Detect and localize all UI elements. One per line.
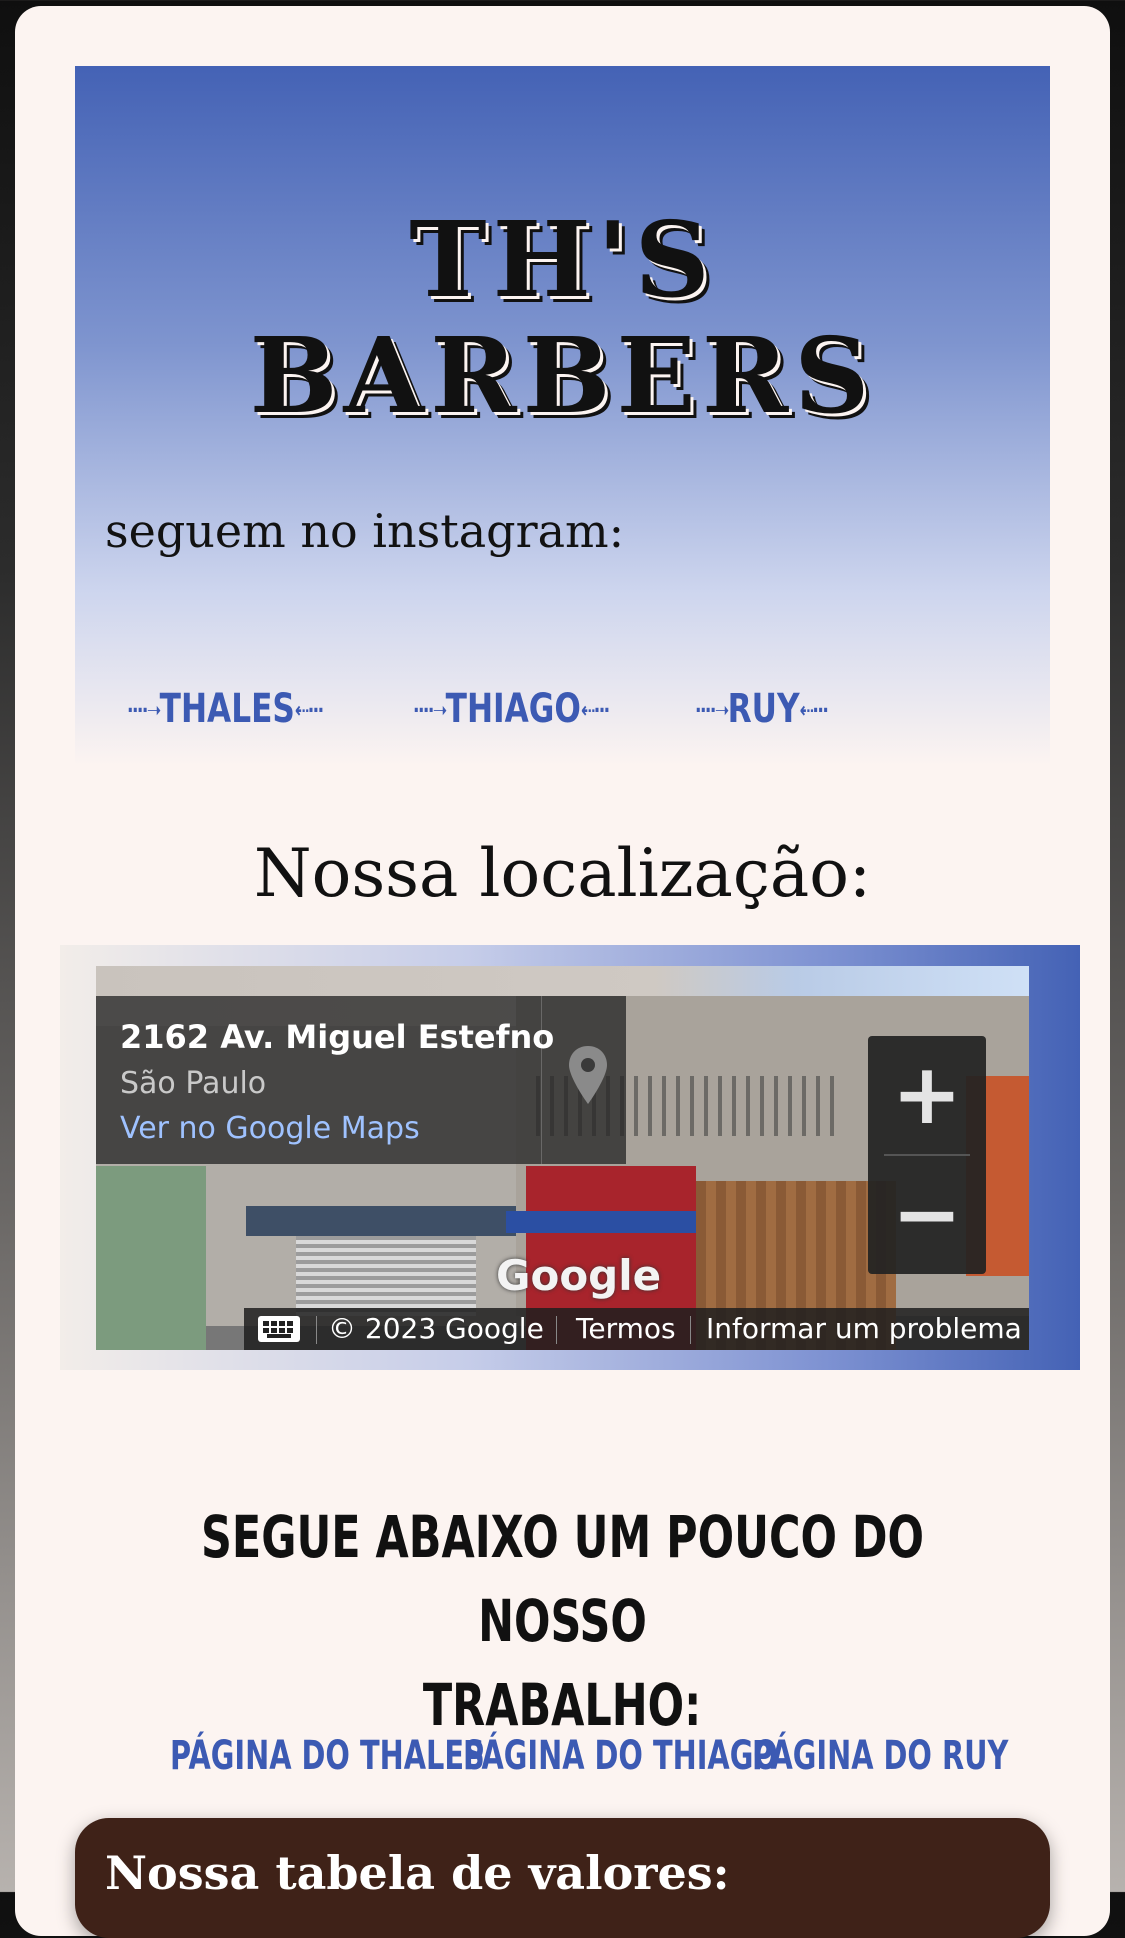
open-in-google-maps-link[interactable]: Ver no Google Maps — [120, 1111, 420, 1146]
footer-divider — [690, 1316, 691, 1344]
page-link-thiago[interactable]: PÁGINA DO THIAGO — [463, 1733, 778, 1779]
arrow-left-icon: ⇠··· — [799, 698, 829, 724]
keyboard-icon[interactable] — [258, 1316, 300, 1342]
arrow-left-icon: ⇠··· — [294, 698, 324, 724]
hero-banner: TH'S BARBERS seguem no instagram: ····➝T… — [75, 66, 1050, 766]
zoom-controls: + − — [868, 1036, 986, 1274]
street-view-map[interactable]: 2162 Av. Miguel Estefno São Paulo Ver no… — [96, 966, 1029, 1350]
map-footer: © 2023 Google Termos Informar um problem… — [244, 1308, 1029, 1350]
street-view-sign — [506, 1211, 706, 1233]
instagram-link-label: RUY — [727, 686, 800, 732]
page-link-ruy[interactable]: PÁGINA DO RUY — [752, 1733, 1008, 1779]
report-problem-link[interactable]: Informar um problema — [706, 1312, 1022, 1345]
location-title: Nossa localização: — [253, 835, 872, 912]
footer-divider — [556, 1316, 557, 1344]
map-info-box: 2162 Av. Miguel Estefno São Paulo Ver no… — [96, 996, 626, 1164]
arrow-right-icon: ····➝ — [695, 698, 729, 724]
instagram-label: seguem no instagram: — [105, 504, 625, 558]
google-logo: Google — [496, 1251, 662, 1300]
map-terms-link[interactable]: Termos — [576, 1312, 676, 1345]
zoom-in-button[interactable]: + — [868, 1036, 986, 1152]
map-address: 2162 Av. Miguel Estefno — [120, 1018, 555, 1056]
page-link-thales[interactable]: PÁGINA DO THALES — [170, 1733, 485, 1779]
arrow-left-icon: ⇠··· — [580, 698, 610, 724]
arrow-right-icon: ····➝ — [413, 698, 447, 724]
instagram-link-thales[interactable]: ····➝THALES⇠··· — [127, 686, 324, 732]
street-view-shutter — [296, 1236, 476, 1316]
arrow-right-icon: ····➝ — [127, 698, 161, 724]
site-title-line1: TH'S — [409, 198, 716, 321]
zoom-out-button[interactable]: − — [868, 1156, 986, 1272]
map-pin-icon[interactable] — [566, 1044, 610, 1108]
map-copyright: © 2023 Google — [328, 1312, 544, 1345]
instagram-link-ruy[interactable]: ····➝RUY⇠··· — [695, 686, 829, 732]
street-view-wall — [96, 1166, 206, 1350]
instagram-link-thiago[interactable]: ····➝THIAGO⇠··· — [413, 686, 610, 732]
work-title-line1: SEGUE ABAIXO UM POUCO DO NOSSO — [200, 1503, 925, 1655]
work-section-title: SEGUE ABAIXO UM POUCO DO NOSSO TRABALHO: — [0, 1495, 1125, 1747]
footer-divider — [316, 1316, 317, 1344]
instagram-link-label: THIAGO — [445, 686, 581, 732]
street-view-awning — [246, 1206, 516, 1236]
price-table-card: Nossa tabela de valores: — [75, 1818, 1050, 1938]
site-title-line2: BARBERS — [249, 314, 876, 437]
instagram-link-label: THALES — [159, 686, 295, 732]
map-city: São Paulo — [120, 1066, 267, 1101]
barber-page-links: PÁGINA DO THALES PÁGINA DO THIAGO PÁGINA… — [0, 1733, 1125, 1783]
